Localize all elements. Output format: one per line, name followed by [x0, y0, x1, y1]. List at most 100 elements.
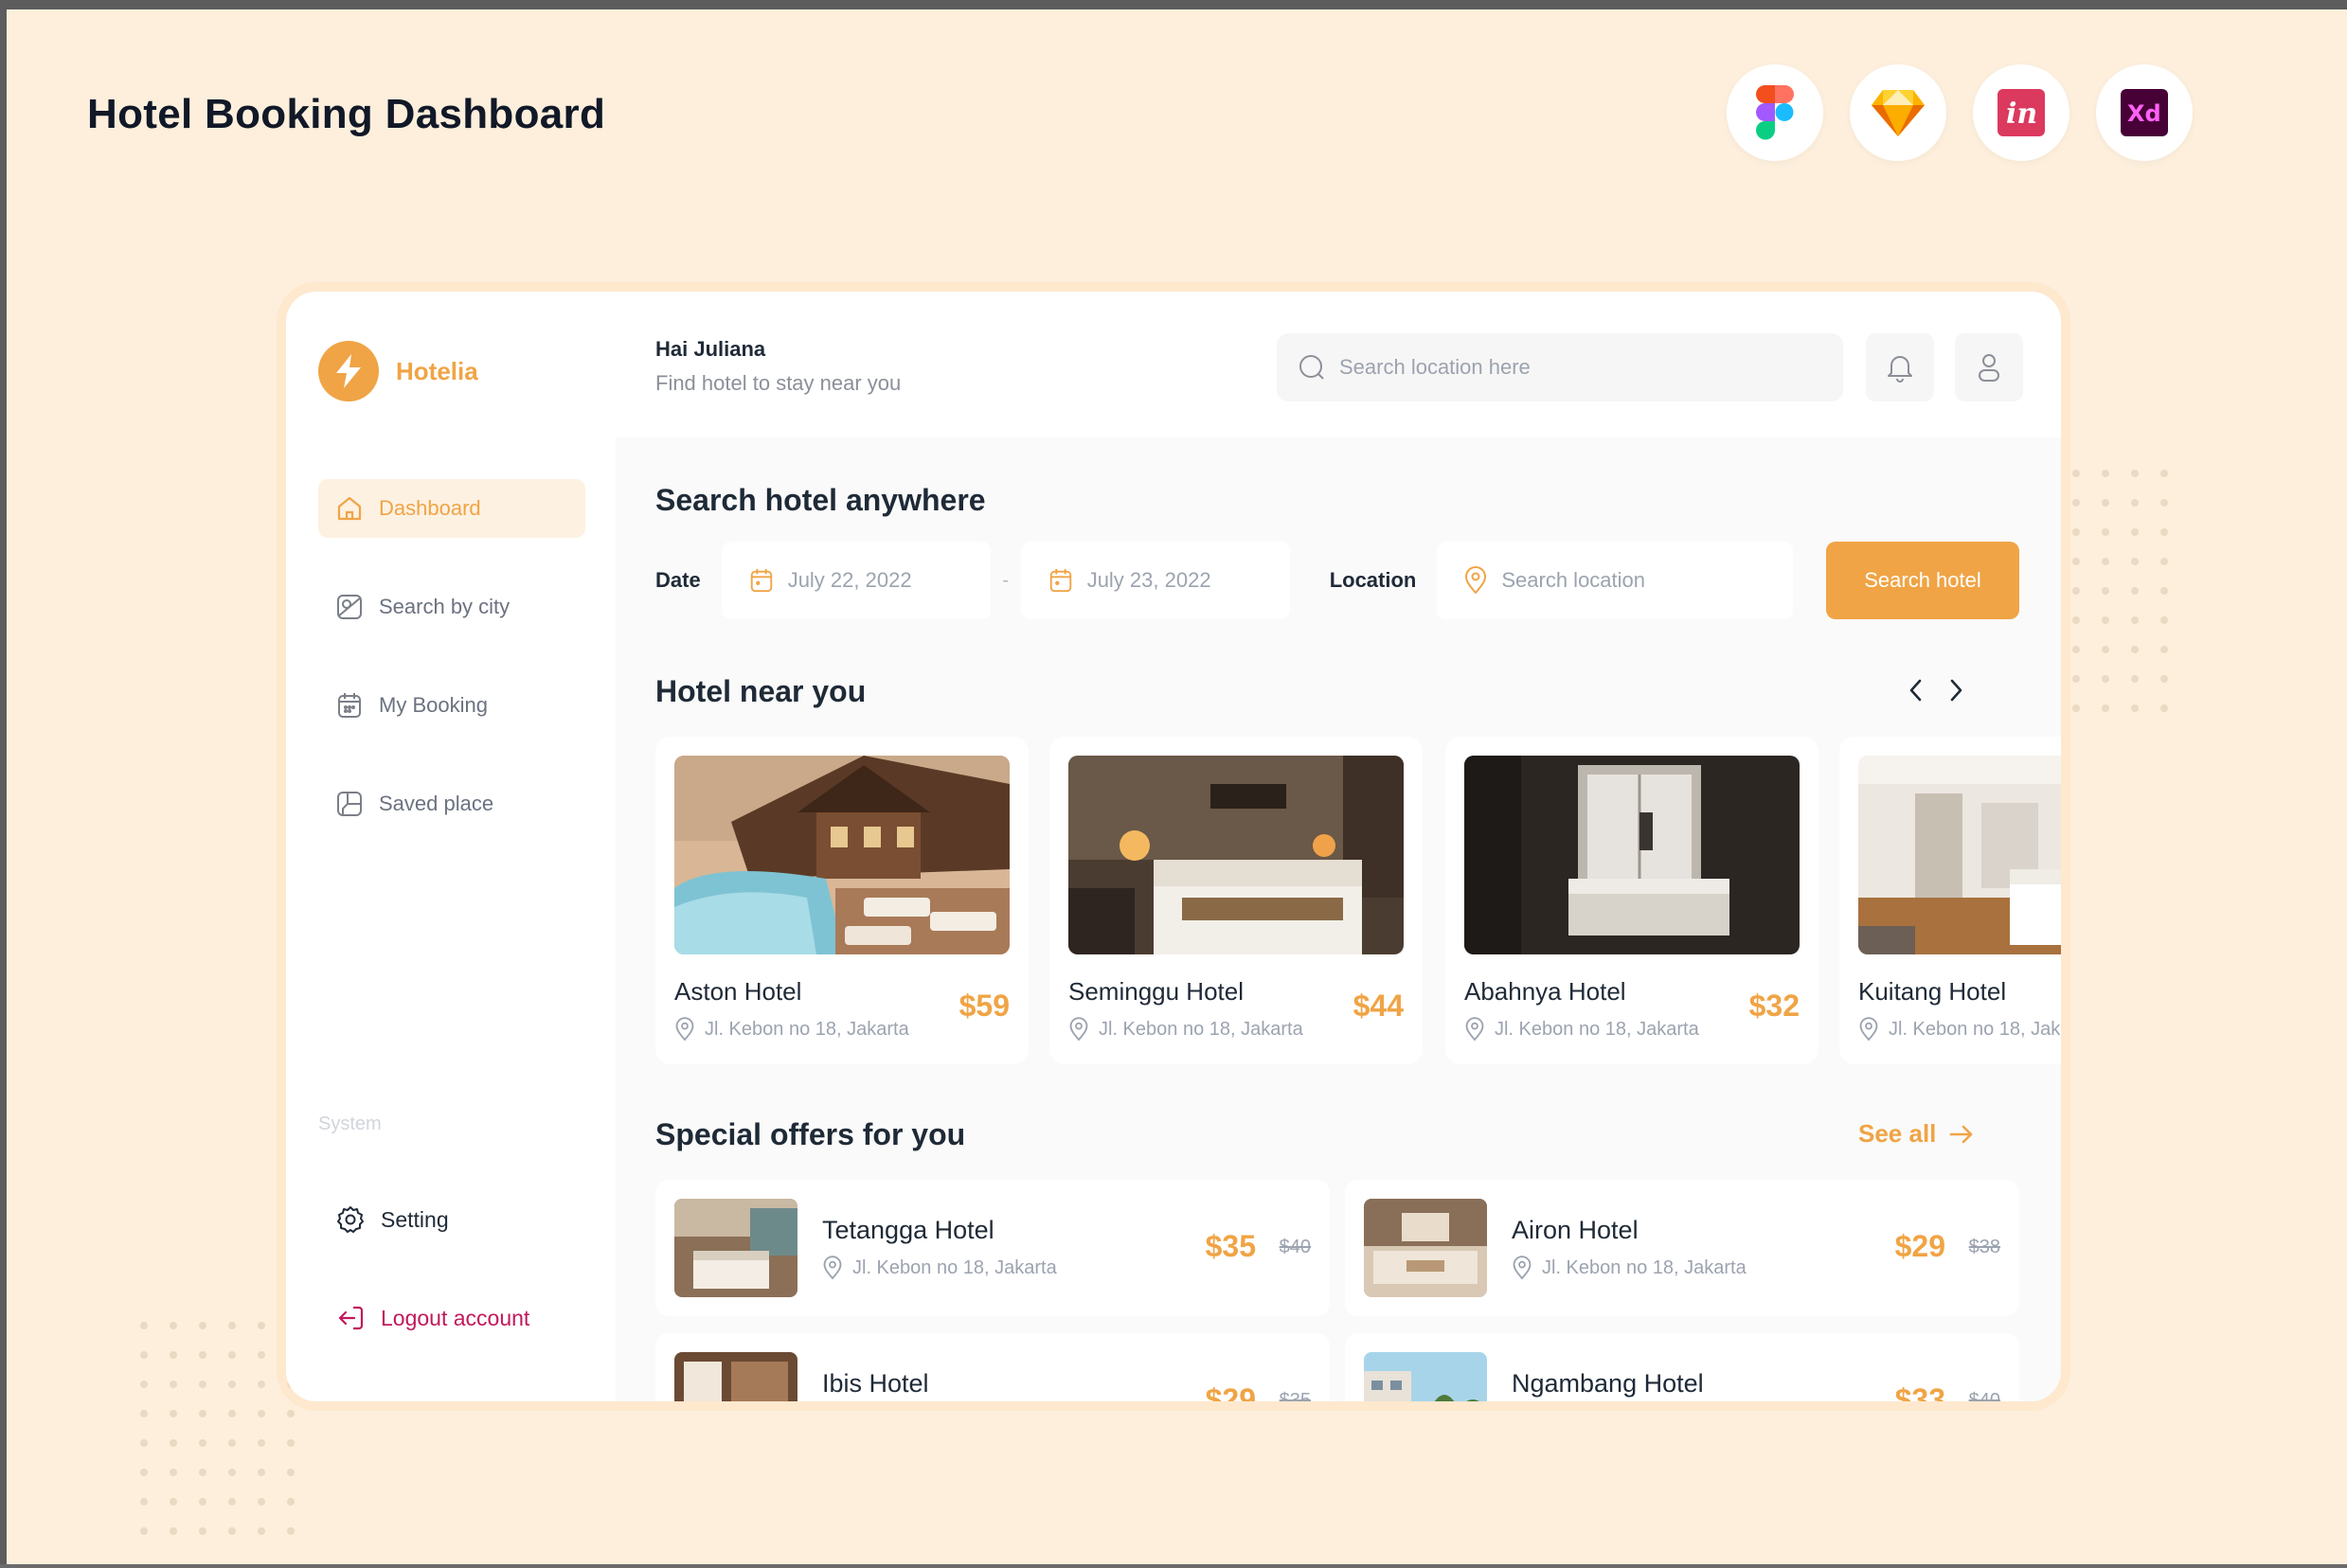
offer-photo [1364, 1199, 1487, 1297]
hotel-photo [1858, 756, 2061, 954]
hotel-photo [1068, 756, 1404, 954]
lightning-logo-icon [318, 341, 379, 401]
search-icon [1299, 355, 1324, 380]
date-to-value: July 23, 2022 [1086, 568, 1211, 592]
sidebar: Hotelia Dashboard Search by city My Book… [286, 292, 616, 1401]
app-window: Hotelia Dashboard Search by city My Book… [286, 292, 2061, 1401]
window-frame-top [0, 0, 2347, 9]
header: Hai Juliana Find hotel to stay near you … [616, 292, 2061, 437]
date-label: Date [655, 568, 701, 592]
date-from-value: July 22, 2022 [787, 568, 912, 592]
hotel-price: $32 [1748, 989, 1800, 1023]
sidebar-item-saved-place[interactable]: Saved place [318, 775, 585, 833]
location-pin-icon [823, 1256, 842, 1280]
svg-text:Xd: Xd [2127, 100, 2161, 127]
hotel-name: Abahnya Hotel [1464, 977, 1626, 1006]
decor-dots-left [129, 1310, 305, 1545]
offers-section-title: Special offers for you [655, 1117, 966, 1151]
location-pin-icon [1859, 1017, 1878, 1042]
calendar-icon [1049, 568, 1071, 593]
search-hotel-button[interactable]: Search hotel [1826, 542, 2019, 619]
see-all-label: See all [1858, 1119, 1937, 1148]
sidebar-item-label: Dashboard [379, 496, 481, 520]
offer-price: $29 [1205, 1382, 1256, 1401]
brand-name: Hotelia [396, 356, 478, 385]
offer-card[interactable]: Tetangga Hotel Jl. Kebon no 18, Jakarta … [655, 1180, 1330, 1316]
offer-card[interactable]: Ibis Hotel $29 $35 [655, 1333, 1330, 1401]
see-all-link[interactable]: See all [1858, 1119, 1974, 1149]
home-icon [337, 496, 362, 521]
chevron-right-icon[interactable] [1949, 678, 1964, 703]
sketch-icon [1850, 64, 1946, 161]
location-pin-icon [1513, 1256, 1532, 1280]
date-separator: - [1002, 569, 1010, 591]
hotel-card[interactable]: Seminggu Hotel Jl. Kebon no 18, Jakarta … [1049, 737, 1423, 1064]
logout-label: Logout account [381, 1305, 530, 1330]
sidebar-item-label: Saved place [379, 792, 494, 815]
greeting-subtitle: Find hotel to stay near you [655, 371, 902, 395]
search-filter-row: Date July 22, 2022 - July 23, 2022 Locat… [655, 542, 2019, 619]
calendar-icon [750, 568, 772, 593]
hotel-card[interactable]: Abahnya Hotel Jl. Kebon no 18, Jakarta $… [1445, 737, 1818, 1064]
brand[interactable]: Hotelia [318, 341, 478, 401]
hotel-address: Jl. Kebon no 18, Jakarta [1858, 1017, 2061, 1042]
offer-name: Airon Hotel [1512, 1216, 1639, 1244]
chevron-left-icon[interactable] [1908, 678, 1923, 703]
offer-old-price: $40 [1279, 1237, 1311, 1257]
hotel-address-text: Jl. Kebon no 18, Jakarta [1889, 1018, 2061, 1040]
location-input[interactable]: Search location [1437, 542, 1794, 619]
hotel-name: Kuitang Hotel [1858, 977, 2007, 1006]
bell-icon [1888, 356, 1912, 383]
decor-dots-right [2061, 458, 2178, 722]
offer-old-price: $40 [1968, 1390, 2000, 1401]
profile-button[interactable] [1955, 333, 2023, 401]
hotel-address-text: Jl. Kebon no 18, Jakarta [705, 1018, 909, 1040]
hotel-card[interactable]: Kuitang Hotel Jl. Kebon no 18, Jakarta [1839, 737, 2061, 1064]
notification-button[interactable] [1866, 333, 1934, 401]
sidebar-item-label: Search by city [379, 595, 511, 618]
sidebar-item-search-by-city[interactable]: Search by city [318, 578, 585, 636]
hotel-name: Aston Hotel [674, 977, 802, 1006]
offer-address: Jl. Kebon no 18, Jakarta [1512, 1256, 1747, 1280]
hotel-address: Jl. Kebon no 18, Jakarta [1068, 1017, 1303, 1042]
offer-card[interactable]: Ngambang Hotel $33 $40 [1345, 1333, 2019, 1401]
location-pin-icon [1069, 1017, 1088, 1042]
main-content: Hai Juliana Find hotel to stay near you … [616, 292, 2061, 1401]
carousel-controls [1908, 678, 1964, 703]
figma-icon [1727, 64, 1823, 161]
location-pin-icon [675, 1017, 694, 1042]
hotel-address-text: Jl. Kebon no 18, Jakarta [1099, 1018, 1303, 1040]
sidebar-item-dashboard[interactable]: Dashboard [318, 479, 585, 538]
offer-card[interactable]: Airon Hotel Jl. Kebon no 18, Jakarta $29… [1345, 1180, 2019, 1316]
offer-photo [674, 1352, 797, 1401]
sidebar-item-my-booking[interactable]: My Booking [318, 676, 585, 735]
date-to-picker[interactable]: July 23, 2022 [1020, 542, 1290, 619]
svg-text:in: in [2006, 98, 2037, 131]
invision-icon: in [1973, 64, 2069, 161]
location-pin-icon [1465, 1017, 1484, 1042]
hotel-photo [1464, 756, 1800, 954]
offer-photo [1364, 1352, 1487, 1401]
hotel-near-list: Aston Hotel Jl. Kebon no 18, Jakarta $59 [655, 737, 2061, 1064]
setting-button[interactable]: Setting [335, 1204, 449, 1235]
offer-old-price: $35 [1279, 1390, 1311, 1401]
hotel-card[interactable]: Aston Hotel Jl. Kebon no 18, Jakarta $59 [655, 737, 1029, 1064]
hotel-address: Jl. Kebon no 18, Jakarta [674, 1017, 909, 1042]
hotel-name: Seminggu Hotel [1068, 977, 1244, 1006]
search-placeholder: Search location here [1339, 355, 1531, 379]
sidebar-nav: Dashboard Search by city My Booking Save… [318, 479, 585, 873]
hotel-address: Jl. Kebon no 18, Jakarta [1464, 1017, 1699, 1042]
user-icon [1979, 354, 1999, 382]
hotel-address-text: Jl. Kebon no 18, Jakarta [1495, 1018, 1699, 1040]
offer-price: $29 [1894, 1229, 1945, 1263]
hotel-photo [674, 756, 1010, 954]
greeting-name: Hai Juliana [655, 337, 766, 361]
offer-name: Tetangga Hotel [822, 1216, 994, 1244]
header-search-input[interactable]: Search location here [1277, 333, 1843, 401]
location-placeholder: Search location [1501, 568, 1646, 592]
logout-button[interactable]: Logout account [335, 1303, 529, 1333]
arrow-right-icon [1950, 1125, 1973, 1143]
system-section-label: System [318, 1114, 382, 1134]
date-from-picker[interactable]: July 22, 2022 [721, 542, 991, 619]
hotel-price: $59 [959, 989, 1010, 1023]
